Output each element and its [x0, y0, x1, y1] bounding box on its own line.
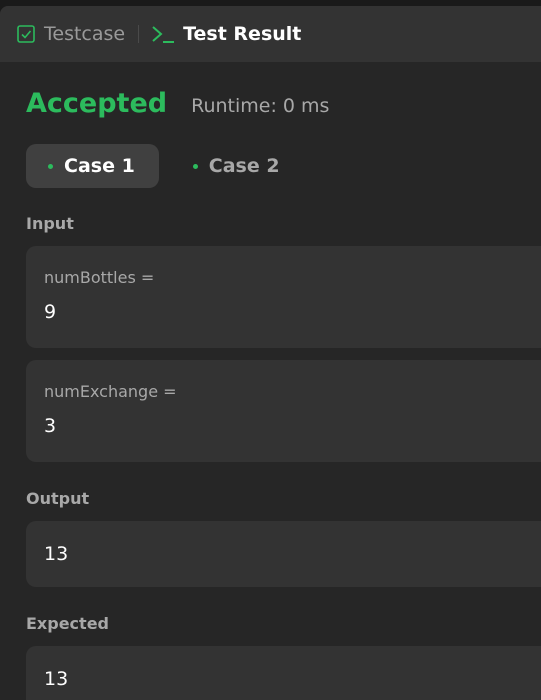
status-text: Accepted	[26, 88, 168, 119]
tab-test-result[interactable]: Test Result	[151, 23, 301, 45]
tab-testcase-label: Testcase	[44, 23, 126, 45]
case-tab-1[interactable]: Case 1	[26, 144, 159, 188]
input-param-box[interactable]: numExchange = 3	[26, 360, 541, 462]
tab-test-result-label: Test Result	[183, 23, 302, 45]
pass-dot-icon	[48, 163, 53, 169]
input-label: Input	[26, 214, 74, 233]
case-tab-label: Case 1	[64, 155, 135, 177]
status-row: Accepted Runtime: 0 ms	[26, 88, 541, 119]
output-box[interactable]: 13	[26, 521, 541, 587]
expected-label: Expected	[26, 614, 109, 633]
terminal-icon	[151, 24, 175, 44]
panel-tab-bar: Testcase Test Result	[0, 6, 541, 62]
tab-separator	[138, 25, 140, 43]
expected-value: 13	[44, 668, 69, 690]
result-panel: Testcase Test Result Accepted Runtime: 0…	[0, 6, 541, 700]
pass-dot-icon	[192, 163, 198, 169]
checkbox-icon	[16, 24, 36, 44]
runtime-text: Runtime: 0 ms	[191, 95, 330, 117]
case-tab-2[interactable]: Case 2	[171, 144, 304, 188]
param-value: 9	[44, 301, 57, 323]
param-name: numExchange =	[44, 382, 177, 401]
result-content: Accepted Runtime: 0 ms Case 1 Case 2 Inp…	[0, 88, 541, 700]
output-value: 13	[44, 543, 69, 565]
output-label: Output	[26, 489, 90, 508]
param-value: 3	[44, 415, 57, 437]
param-name: numBottles =	[44, 268, 155, 287]
case-tabs: Case 1 Case 2	[26, 144, 541, 188]
input-param-box[interactable]: numBottles = 9	[26, 246, 541, 348]
case-tab-label: Case 2	[208, 155, 280, 177]
expected-box[interactable]: 13	[26, 646, 541, 700]
tab-testcase[interactable]: Testcase	[16, 23, 125, 45]
